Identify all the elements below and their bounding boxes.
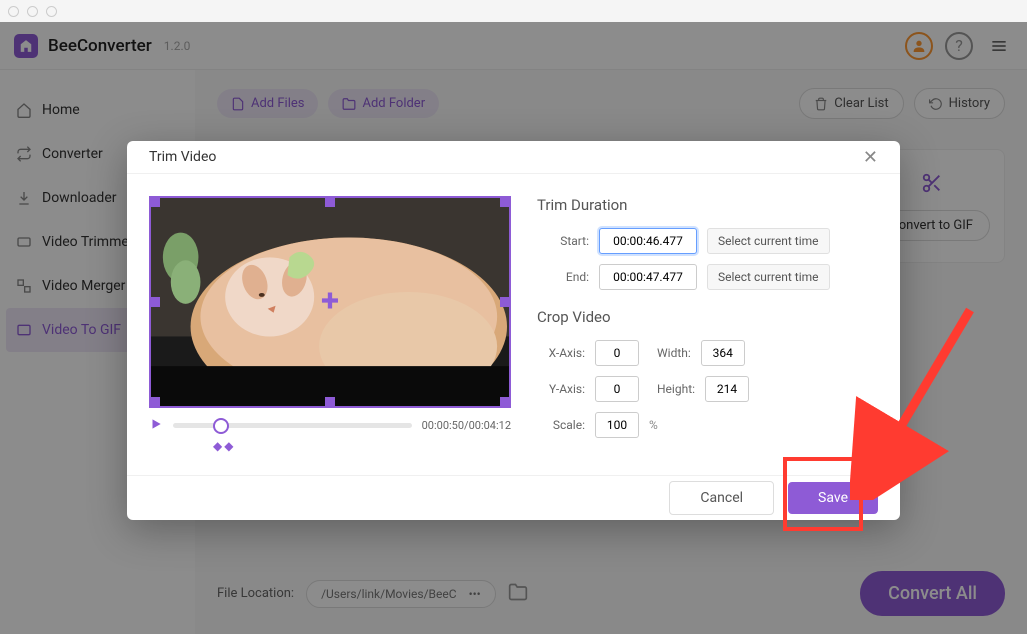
height-label: Height:	[657, 382, 695, 396]
mac-close-dot[interactable]	[8, 6, 19, 17]
video-preview[interactable]: ✚	[149, 196, 511, 408]
center-cross-icon[interactable]: ✚	[321, 290, 339, 315]
play-button[interactable]	[149, 416, 163, 435]
close-icon[interactable]: ✕	[863, 147, 878, 168]
width-input[interactable]	[701, 340, 745, 366]
select-current-time-end[interactable]: Select current time	[707, 264, 830, 290]
timeline-slider[interactable]	[173, 423, 412, 428]
trim-duration-title: Trim Duration	[537, 196, 878, 214]
crop-video-title: Crop Video	[537, 308, 878, 326]
crop-handle[interactable]	[500, 197, 510, 207]
end-label: End:	[537, 270, 589, 284]
end-time-input[interactable]	[599, 264, 697, 290]
crop-handle[interactable]	[500, 397, 510, 407]
y-axis-label: Y-Axis:	[537, 382, 585, 396]
y-axis-input[interactable]	[595, 376, 639, 402]
crop-handle[interactable]	[150, 197, 160, 207]
scale-input[interactable]	[595, 412, 639, 438]
trim-video-modal: Trim Video ✕	[127, 141, 900, 520]
height-input[interactable]	[705, 376, 749, 402]
crop-handle[interactable]	[325, 197, 335, 207]
mac-maximize-dot[interactable]	[46, 6, 57, 17]
cancel-button[interactable]: Cancel	[669, 481, 774, 515]
trim-markers[interactable]: ◆ ◆	[175, 439, 511, 453]
crop-handle[interactable]	[150, 297, 160, 307]
crop-handle[interactable]	[500, 297, 510, 307]
x-axis-label: X-Axis:	[537, 346, 585, 360]
select-current-time-start[interactable]: Select current time	[707, 228, 830, 254]
window-chrome	[0, 0, 1027, 22]
scale-label: Scale:	[537, 418, 585, 432]
mac-minimize-dot[interactable]	[27, 6, 38, 17]
save-button[interactable]: Save	[788, 482, 878, 514]
modal-title: Trim Video	[149, 149, 216, 165]
timeline-knob[interactable]	[213, 418, 229, 434]
scale-unit: %	[649, 418, 658, 432]
playback-time: 00:00:50/00:04:12	[422, 419, 511, 432]
width-label: Width:	[657, 346, 691, 360]
start-time-input[interactable]	[599, 228, 697, 254]
start-label: Start:	[537, 234, 589, 248]
crop-handle[interactable]	[325, 397, 335, 407]
crop-handle[interactable]	[150, 397, 160, 407]
x-axis-input[interactable]	[595, 340, 639, 366]
